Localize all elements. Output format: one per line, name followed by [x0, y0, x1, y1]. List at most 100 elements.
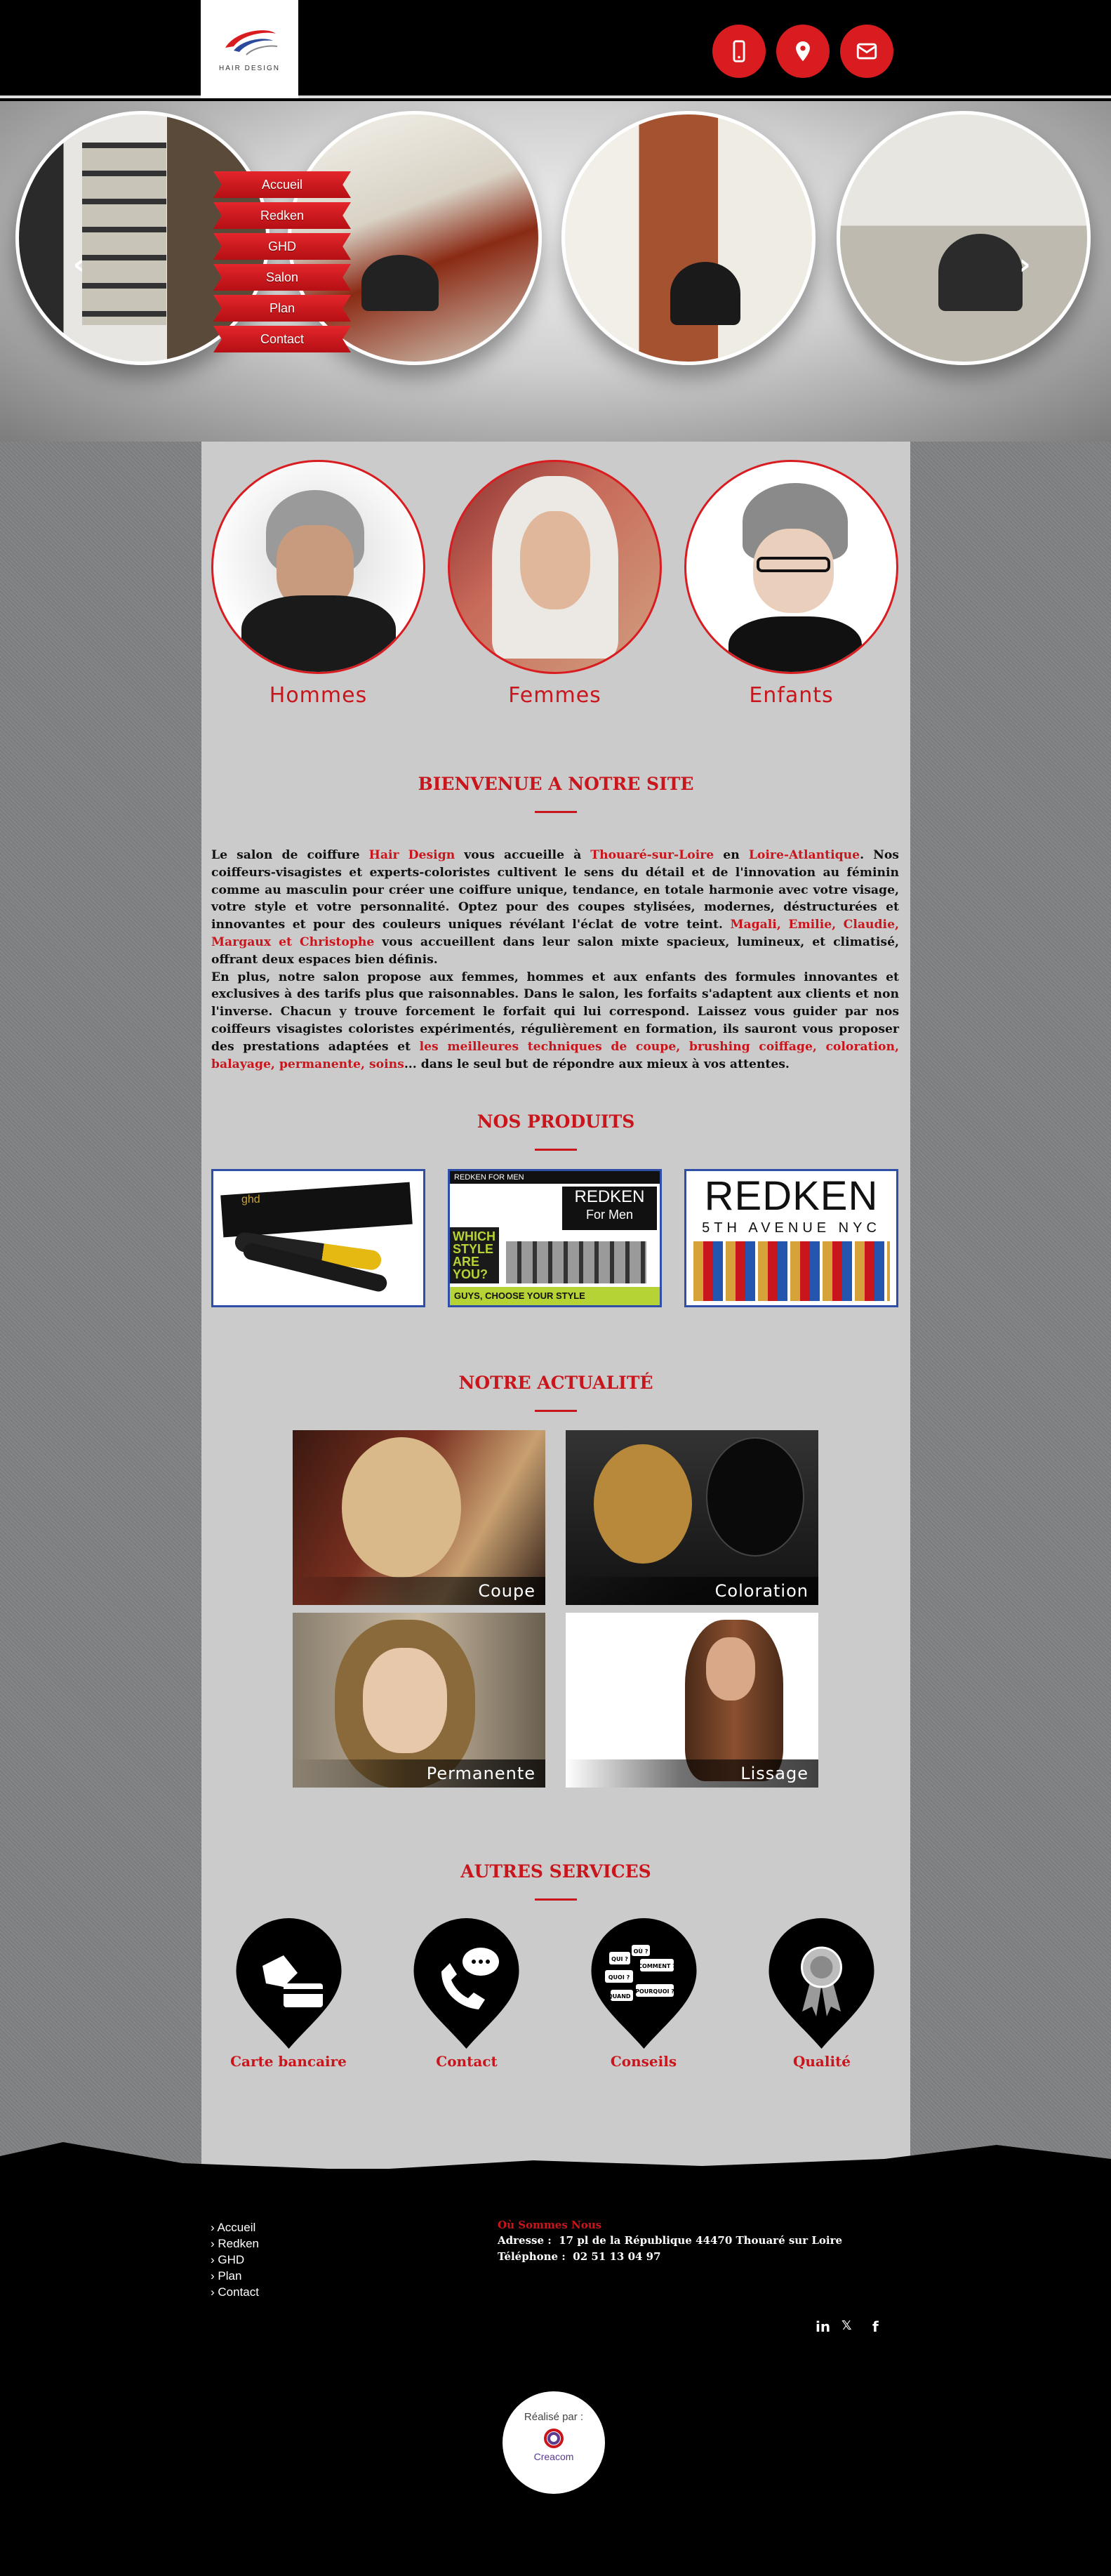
welcome-text-part: vous accueille à [455, 848, 591, 862]
product-redken-5th-avenue[interactable]: REDKEN 5TH AVENUE NYC [684, 1169, 898, 1307]
mail-icon [856, 43, 877, 60]
redken-men-bottom: GUYS, CHOOSE YOUR STYLE [450, 1287, 660, 1305]
news-label-permanente: Permanente [293, 1759, 545, 1788]
welcome-text-part: Le salon de coiffure [211, 848, 369, 862]
credit-brand: Creacom [533, 2451, 574, 2462]
chevron-right-icon: › [211, 2285, 218, 2299]
service-label-conseils[interactable]: Conseils [563, 2053, 724, 2070]
product-ghd[interactable]: ghd [211, 1169, 425, 1307]
footer-link-plan[interactable]: › Plan [211, 2269, 241, 2283]
category-label-femmes[interactable]: Femmes [448, 683, 662, 708]
welcome-text-part: ... dans le seul but de répondre aux mie… [404, 1057, 790, 1071]
menu-item-contact[interactable]: Contact [213, 326, 351, 352]
quality-medal-icon[interactable] [767, 1917, 876, 2050]
service-label-carte-bancaire[interactable]: Carte bancaire [208, 2053, 369, 2070]
welcome-text: Le salon de coiffure Hair Design vous ac… [211, 847, 899, 1073]
chevron-right-icon: › [211, 2253, 218, 2266]
footer-link-contact[interactable]: › Contact [211, 2285, 259, 2299]
news-label-coloration: Coloration [566, 1577, 818, 1605]
menu-item-ghd[interactable]: GHD [213, 233, 351, 260]
map-pin-icon [796, 41, 810, 62]
bubble-text: OÙ ? [634, 1947, 648, 1955]
footer-wave [0, 2142, 1111, 2177]
menu-item-plan[interactable]: Plan [213, 295, 351, 322]
redken-sub: 5TH AVENUE NYC [702, 1220, 881, 1236]
ghd-brand-text: ghd [241, 1194, 260, 1206]
news-item-coupe[interactable]: Coupe [293, 1430, 545, 1605]
news-label-coupe: Coupe [293, 1577, 545, 1605]
footer-link-redken[interactable]: › Redken [211, 2237, 259, 2251]
mail-button[interactable] [840, 25, 893, 78]
salon-name-link[interactable]: Hair Design [369, 848, 455, 862]
news-label-lissage: Lissage [566, 1759, 818, 1788]
hero-slider: ‹ › Accueil Redken GHD Salon Plan Contact [0, 101, 1111, 442]
redken-men-slogan: WHICH STYLE ARE YOU? [450, 1227, 499, 1283]
welcome-title: BIENVENUE A NOTRE SITE [418, 774, 694, 794]
logo[interactable]: HAIR DESIGN [201, 0, 298, 98]
main-menu: Accueil Redken GHD Salon Plan Contact [213, 171, 351, 357]
products-divider [535, 1149, 577, 1151]
news-item-coloration[interactable]: Coloration [566, 1430, 818, 1605]
address-label: Adresse : [498, 2234, 552, 2247]
redken-men-header: REDKEN FOR MEN [450, 1171, 660, 1184]
redken-men-sub: For Men [585, 1208, 634, 1222]
footer-phone: Téléphone : 02 51 13 04 97 [498, 2250, 661, 2263]
region-link[interactable]: Loire-Atlantique [749, 848, 860, 862]
welcome-divider [535, 811, 577, 813]
twitter-icon[interactable]: 𝕏 [841, 2318, 852, 2333]
menu-item-redken[interactable]: Redken [213, 202, 351, 229]
news-item-permanente[interactable]: Permanente [293, 1613, 545, 1788]
news-title: NOTRE ACTUALITÉ [458, 1373, 653, 1393]
logo-text: HAIR DESIGN [218, 64, 280, 72]
news-divider [535, 1410, 577, 1412]
linkedin-icon[interactable]: in [816, 2318, 830, 2335]
services-divider [535, 1898, 577, 1901]
menu-item-salon[interactable]: Salon [213, 264, 351, 291]
footer-link-label: Plan [218, 2269, 242, 2283]
city-link[interactable]: Thouaré-sur-Loire [590, 848, 714, 862]
phone-button[interactable] [712, 25, 766, 78]
footer-address: Adresse : 17 pl de la République 44470 T… [498, 2234, 842, 2247]
slide-image-salon-3 [837, 111, 1091, 365]
service-label-qualite[interactable]: Qualité [741, 2053, 903, 2070]
footer-link-label: Contact [218, 2285, 259, 2299]
contact-phone-icon[interactable] [412, 1917, 521, 2050]
facebook-icon[interactable]: f [872, 2318, 879, 2335]
bubble-text: QUOI ? [608, 1974, 630, 1981]
footer-link-label: Redken [218, 2237, 259, 2250]
credit-card-icon[interactable] [234, 1917, 343, 2050]
footer-link-accueil[interactable]: › Accueil [211, 2221, 255, 2235]
welcome-text-part: en [714, 848, 749, 862]
footer-link-ghd[interactable]: › GHD [211, 2253, 244, 2267]
chevron-right-icon: › [211, 2237, 218, 2250]
bubble-text: QUAND ? [608, 1993, 636, 2000]
slider-prev-arrow[interactable]: ‹ [73, 249, 84, 281]
logo-swoosh-icon [225, 29, 277, 55]
product-redken-for-men[interactable]: REDKEN FOR MEN REDKEN For Men WHICH STYL… [448, 1169, 662, 1307]
footer-link-label: GHD [218, 2253, 245, 2266]
category-image-hommes[interactable] [211, 460, 425, 674]
credit-badge[interactable]: Réalisé par : Creacom [503, 2391, 605, 2494]
advice-bubbles-icon[interactable]: QUI ? COMMENT ? QUOI ? OÙ ? POURQUOI ? Q… [590, 1917, 698, 2050]
category-label-hommes[interactable]: Hommes [211, 683, 425, 708]
header: HAIR DESIGN [0, 0, 1111, 98]
phone-value: 02 51 13 04 97 [573, 2250, 661, 2263]
services-title: AUTRES SERVICES [460, 1861, 651, 1882]
category-label-enfants[interactable]: Enfants [684, 683, 898, 708]
products-title: NOS PRODUITS [477, 1111, 635, 1132]
category-image-femmes[interactable] [448, 460, 662, 674]
redken-brand: REDKEN [704, 1173, 879, 1219]
footer-link-label: Accueil [217, 2221, 256, 2234]
creacom-logo-icon [544, 2429, 564, 2448]
menu-item-accueil[interactable]: Accueil [213, 171, 351, 198]
slider-next-arrow[interactable]: › [1019, 249, 1030, 281]
map-button[interactable] [776, 25, 830, 78]
news-item-lissage[interactable]: Lissage [566, 1613, 818, 1788]
bubble-text: QUI ? [611, 1956, 628, 1962]
address-value: 17 pl de la République 44470 Thouaré sur… [559, 2234, 843, 2247]
bubble-text: POURQUOI ? [635, 1988, 674, 1995]
credit-label: Réalisé par : [524, 2411, 584, 2423]
category-image-enfants[interactable] [684, 460, 898, 674]
chevron-right-icon: › [211, 2269, 218, 2283]
service-label-contact[interactable]: Contact [386, 2053, 547, 2070]
